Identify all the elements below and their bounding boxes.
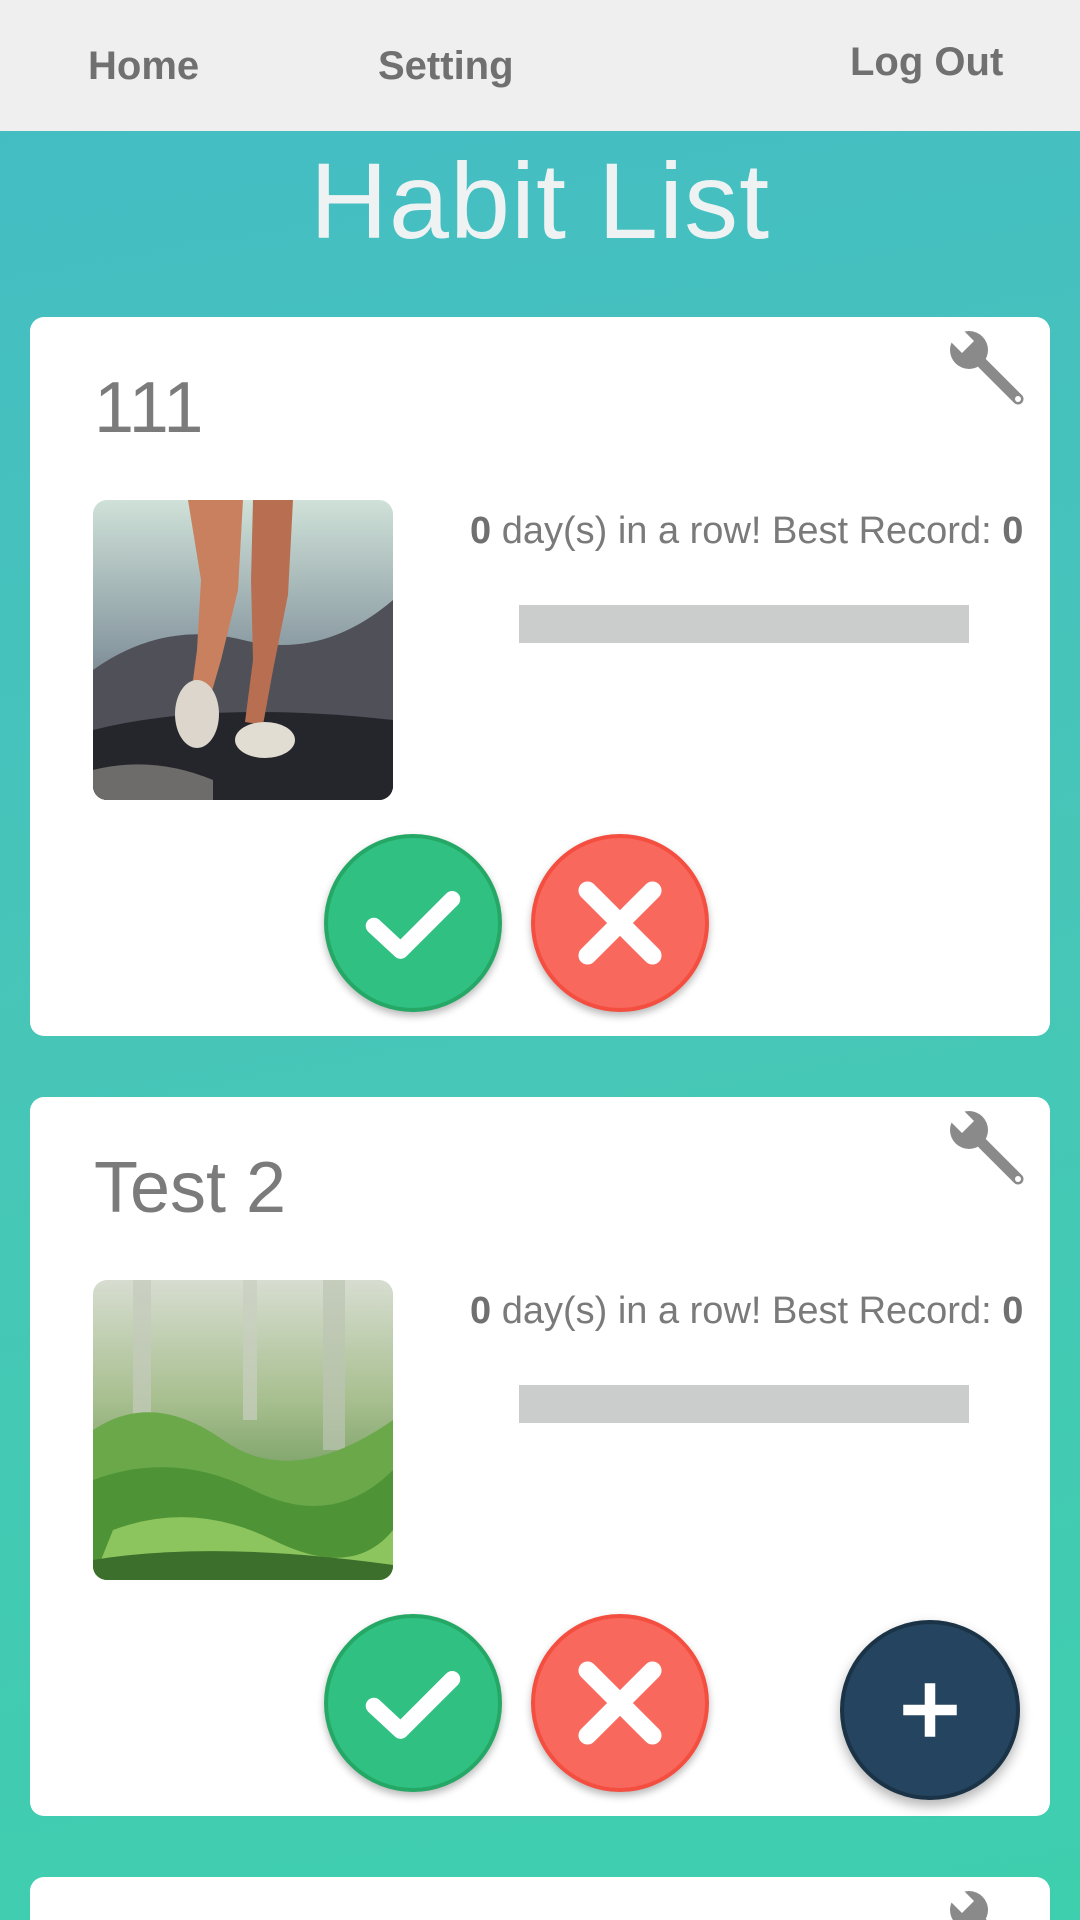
nav-logout-link[interactable]: Log Out <box>850 40 1003 85</box>
add-habit-button[interactable] <box>840 1620 1020 1800</box>
streak-text: 0 day(s) in a row! Best Record: 0 <box>470 1290 1023 1333</box>
habit-name: 111 <box>94 368 204 448</box>
habit-card: 111 0 day(s) in a row! Best Record: 0 <box>30 317 1050 1036</box>
current-streak-value: 0 <box>470 1290 492 1332</box>
cross-button[interactable] <box>531 1614 709 1792</box>
page-title: Habit List <box>309 140 771 261</box>
progress-bar <box>519 1385 969 1423</box>
current-streak-value: 0 <box>470 510 492 552</box>
check-icon <box>365 891 461 959</box>
best-record-value: 0 <box>1002 1290 1024 1332</box>
streak-label: day(s) in a row! Best Record: <box>491 1290 1003 1332</box>
nav-home-link[interactable]: Home <box>88 44 199 89</box>
habit-card <box>30 1877 1050 1920</box>
top-nav-bar: Home Setting Log Out <box>0 0 1080 131</box>
progress-bar <box>519 605 969 643</box>
cross-button[interactable] <box>531 834 709 1012</box>
check-button[interactable] <box>324 834 502 1012</box>
habit-name: Test 2 <box>94 1148 287 1228</box>
check-button[interactable] <box>324 1614 502 1792</box>
streak-label: day(s) in a row! Best Record: <box>491 510 1003 552</box>
best-record-value: 0 <box>1002 510 1024 552</box>
wrench-icon[interactable] <box>944 1105 1028 1189</box>
close-icon <box>578 881 662 965</box>
check-icon <box>365 1671 461 1739</box>
streak-text: 0 day(s) in a row! Best Record: 0 <box>470 510 1023 553</box>
nav-setting-link[interactable]: Setting <box>378 44 514 89</box>
wrench-icon[interactable] <box>944 1885 1028 1920</box>
plus-icon <box>903 1683 957 1737</box>
wrench-icon[interactable] <box>944 325 1028 409</box>
running-legs-photo <box>93 500 393 800</box>
close-icon <box>578 1661 662 1745</box>
green-forest-photo <box>93 1280 393 1580</box>
